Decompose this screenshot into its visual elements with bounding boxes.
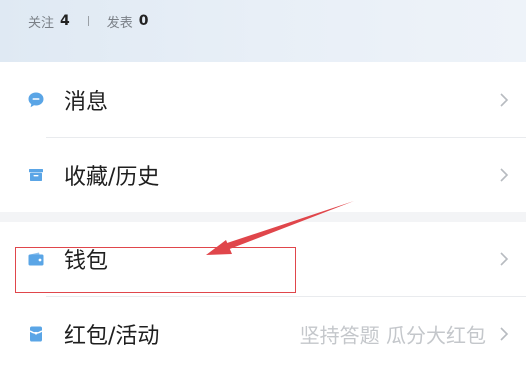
archive-icon xyxy=(27,166,45,184)
red-packet-icon xyxy=(27,325,45,343)
profile-header: 关注 4 发表 0 xyxy=(0,0,526,62)
stats-divider xyxy=(87,16,89,26)
follow-count[interactable]: 4 xyxy=(60,13,70,29)
menu-item-messages[interactable]: 消息 xyxy=(0,63,526,137)
posts-count[interactable]: 0 xyxy=(139,13,149,29)
menu-item-label: 红包/活动 xyxy=(64,324,160,349)
chevron-right-icon xyxy=(498,92,510,108)
profile-stats: 关注 4 发表 0 xyxy=(28,10,149,32)
follow-label[interactable]: 关注 xyxy=(28,12,54,31)
message-icon xyxy=(27,91,45,109)
menu-item-label: 钱包 xyxy=(64,249,109,274)
chevron-right-icon xyxy=(498,251,510,267)
promo-text: 坚持答题 瓜分大红包 xyxy=(299,323,486,348)
menu-item-wallet[interactable]: 钱包 xyxy=(0,222,526,296)
posts-label[interactable]: 发表 xyxy=(107,12,133,31)
wallet-icon xyxy=(27,250,45,268)
menu-item-label: 消息 xyxy=(64,90,109,115)
section-gap xyxy=(0,212,526,222)
menu-item-favorites-history[interactable]: 收藏/历史 xyxy=(0,138,526,212)
menu-item-red-packet-activities[interactable]: 红包/活动 坚持答题 瓜分大红包 xyxy=(0,297,526,371)
menu-item-label: 收藏/历史 xyxy=(64,165,160,190)
chevron-right-icon xyxy=(498,167,510,183)
chevron-right-icon xyxy=(498,326,510,342)
